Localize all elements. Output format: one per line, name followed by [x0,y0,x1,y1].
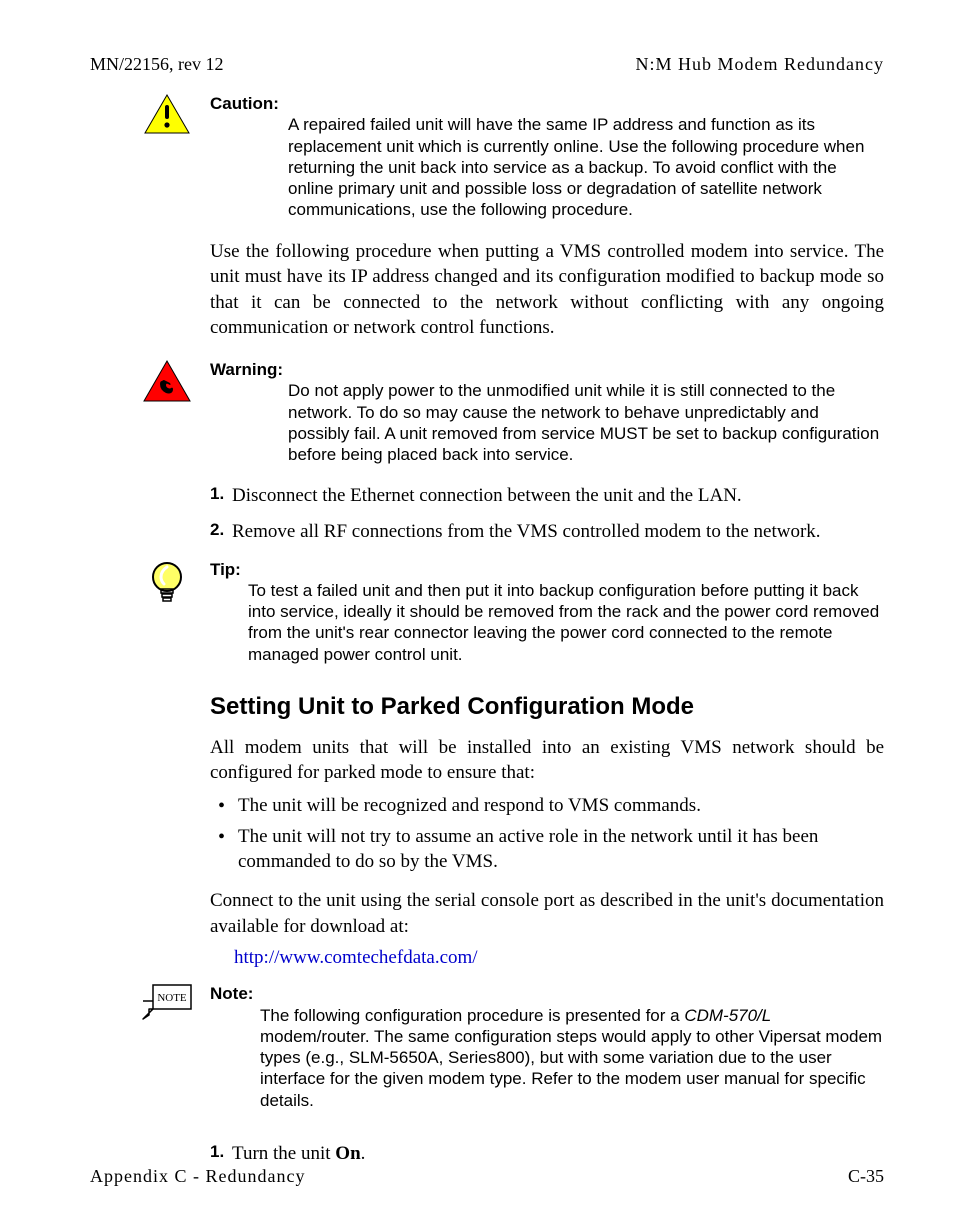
header-right: N:M Hub Modem Redundancy [636,54,884,75]
tip-block: Tip: To test a failed unit and then put … [210,559,884,665]
step-b1-number: 1. [210,1141,224,1164]
procedure-steps-b: 1. Turn the unit On. [210,1141,884,1167]
parked-bullets: The unit will be recognized and respond … [210,794,884,874]
header-left: MN/22156, rev 12 [90,54,224,75]
step-1-text: Disconnect the Ethernet connection betwe… [232,485,742,506]
step-b1: 1. Turn the unit On. [210,1141,884,1167]
procedure-steps: 1. Disconnect the Ethernet connection be… [210,483,884,544]
caution-label: Caution: [210,94,279,113]
tip-label: Tip: [210,560,241,579]
bullet-1: The unit will be recognized and respond … [210,794,884,819]
warning-label: Warning: [210,360,283,379]
download-link[interactable]: http://www.comtechefdata.com/ [234,947,884,969]
tip-text: To test a failed unit and then put it in… [248,580,884,665]
caution-text: A repaired failed unit will have the sam… [288,114,884,220]
caution-icon [140,93,194,135]
step-1: 1. Disconnect the Ethernet connection be… [210,483,884,509]
page-footer: Appendix C - Redundancy C-35 [90,1166,884,1187]
warning-block: Warning: Do not apply power to the unmod… [210,359,884,465]
section-heading-parked: Setting Unit to Parked Configuration Mod… [210,693,884,721]
note-block: NOTE Note: The following configuration p… [210,983,884,1111]
note-text: The following configuration procedure is… [260,1005,884,1111]
step-2-text: Remove all RF connections from the VMS c… [232,521,821,542]
caution-block: Caution: A repaired failed unit will hav… [210,93,884,221]
running-header: MN/22156, rev 12 N:M Hub Modem Redundanc… [90,54,884,75]
note-icon: NOTE [140,983,194,1021]
bullet-2: The unit will not try to assume an activ… [210,825,884,874]
note-model: CDM-570/L [684,1006,771,1025]
connect-paragraph: Connect to the unit using the serial con… [210,888,884,939]
footer-right: C-35 [848,1166,884,1187]
warning-text: Do not apply power to the unmodified uni… [288,380,884,465]
step-1-number: 1. [210,483,224,506]
tip-icon [140,559,194,611]
intro-paragraph: Use the following procedure when putting… [210,239,884,342]
warning-icon [140,359,194,403]
step-b1-text: Turn the unit On. [232,1143,365,1164]
section-intro: All modem units that will be installed i… [210,735,884,786]
footer-left: Appendix C - Redundancy [90,1166,305,1187]
note-icon-text: NOTE [157,992,187,1004]
note-label: Note: [210,984,253,1003]
step-2-number: 2. [210,519,224,542]
step-2: 2. Remove all RF connections from the VM… [210,519,884,545]
